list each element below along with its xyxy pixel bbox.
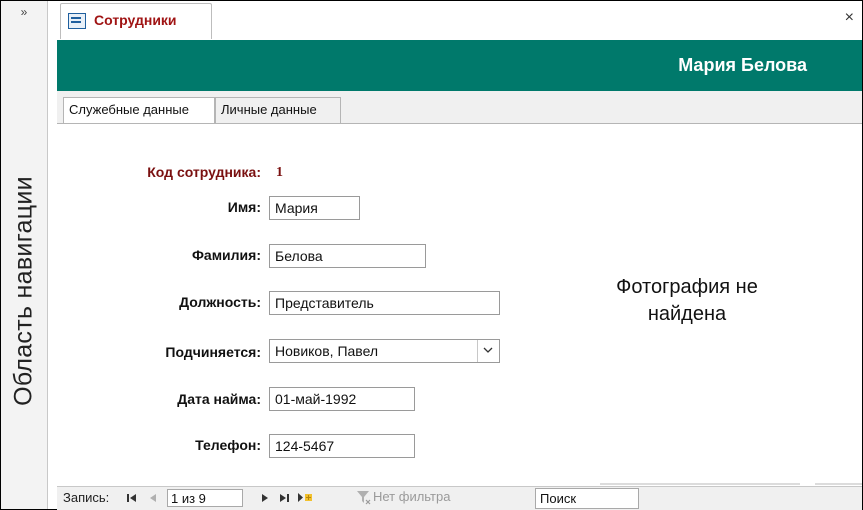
tab-service-data[interactable]: Служебные данные: [63, 97, 215, 124]
form-icon: [68, 13, 86, 29]
current-record-field[interactable]: 1 из 9: [167, 489, 243, 507]
header-title: Мария Белова: [678, 55, 807, 75]
close-icon[interactable]: ×: [845, 9, 854, 27]
inner-tab-strip: Служебные данные Личные данные: [57, 91, 862, 124]
position-label: Должность:: [179, 294, 261, 310]
reports-to-dropdown-button[interactable]: [477, 340, 499, 362]
employee-id-label: Код сотрудника:: [147, 164, 261, 180]
nav-pane-label[interactable]: Область навигации: [10, 176, 39, 406]
record-navigator: Запись: 1 из 9 Нет фильтра Поиск: [57, 486, 862, 510]
photo-placeholder-line2: найдена: [647, 303, 727, 325]
hire-date-field[interactable]: 01-май-1992: [269, 387, 415, 411]
first-name-field[interactable]: Мария: [269, 196, 360, 220]
last-name-label: Фамилия:: [191, 247, 261, 263]
filter-status[interactable]: Нет фильтра: [373, 489, 450, 504]
nav-pane-toggle-button[interactable]: »: [1, 5, 47, 19]
reports-to-combobox[interactable]: Новиков, Павел: [269, 339, 500, 363]
dropdown-chevron-icon: [483, 347, 493, 353]
reports-to-label: Подчиняется:: [165, 344, 261, 360]
position-field[interactable]: Представитель: [269, 291, 500, 315]
document-tab-title: Сотрудники: [94, 12, 177, 28]
filter-icon[interactable]: [357, 491, 371, 508]
new-record-icon[interactable]: [297, 491, 313, 506]
tab-personal-data[interactable]: Личные данные: [215, 97, 341, 123]
next-record-icon[interactable]: [261, 491, 269, 506]
prev-record-icon[interactable]: [149, 491, 157, 506]
reports-to-value: Новиков, Павел: [275, 343, 379, 359]
footer-divider: [600, 483, 800, 485]
first-record-icon[interactable]: [127, 491, 137, 506]
last-record-icon[interactable]: [279, 491, 289, 506]
footer-divider: [815, 483, 862, 485]
search-input[interactable]: Поиск: [535, 488, 639, 509]
form-header: Мария Белова: [57, 40, 862, 91]
employee-id-value: 1: [276, 165, 283, 180]
navigation-pane: » Область навигации: [1, 1, 48, 509]
form-body: Код сотрудника: 1 Имя: Мария Фамилия: Бе…: [57, 124, 862, 486]
document-tab[interactable]: Сотрудники: [60, 3, 212, 39]
phone-field[interactable]: 124-5467: [269, 434, 415, 458]
first-name-label: Имя:: [227, 199, 261, 215]
record-label: Запись:: [63, 490, 110, 505]
phone-label: Телефон:: [195, 437, 261, 453]
last-name-field[interactable]: Белова: [269, 244, 426, 268]
hire-date-label: Дата найма:: [177, 391, 261, 407]
photo-placeholder-line1: Фотография не: [616, 276, 758, 298]
photo-placeholder: Фотография не найдена: [587, 274, 787, 328]
access-window: » Область навигации Сотрудники × Мария Б…: [0, 0, 863, 510]
document-tab-bar: Сотрудники ×: [56, 1, 862, 39]
